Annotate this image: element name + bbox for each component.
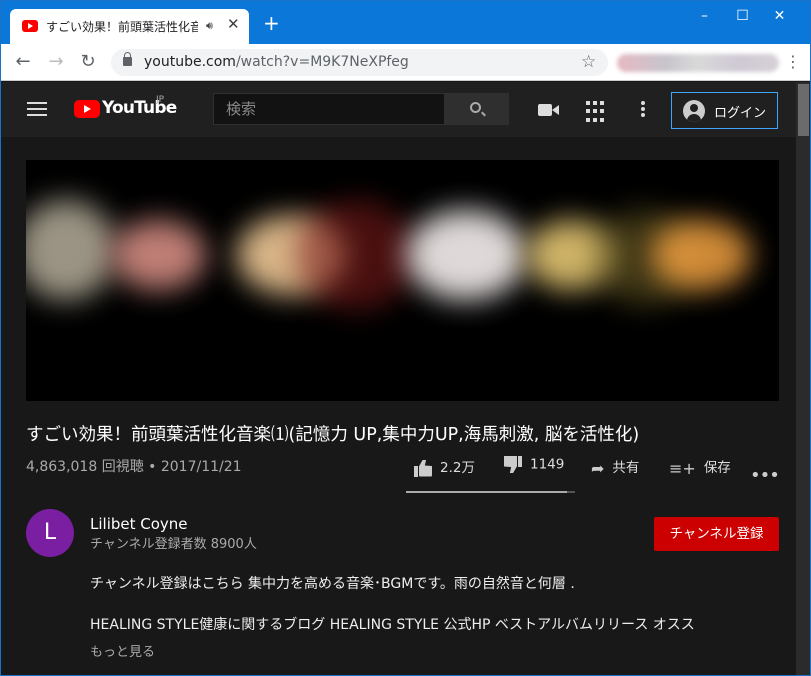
account-icon <box>683 100 705 122</box>
divider <box>26 494 779 495</box>
like-button[interactable]: 2.2万 <box>414 456 475 477</box>
signin-label: ログイン <box>714 106 767 121</box>
show-more-link[interactable]: もっと見る <box>90 641 155 660</box>
share-arrow-icon: ➦ <box>591 458 605 478</box>
description-line-2: HEALING STYLE健康に関するブログ HEALING STYLE 公式H… <box>90 617 695 633</box>
bookmark-star-icon[interactable]: ☆ <box>581 52 596 72</box>
lock-icon <box>123 52 132 66</box>
url-host: youtube.com <box>144 54 236 70</box>
browser-titlebar: すごい効果！前頭葉活性化音楽 🔊︎ ✕ + – ☐ ✕ <box>1 1 810 44</box>
save-button[interactable]: ≡+ 保存 <box>669 456 731 478</box>
apps-grid-icon[interactable] <box>586 101 604 123</box>
url-text[interactable]: youtube.com/watch?v=M9K7NeXPfeg <box>144 54 409 70</box>
share-label: 共有 <box>612 460 640 476</box>
create-video-icon[interactable] <box>538 99 560 121</box>
save-label: 保存 <box>703 460 731 476</box>
dislike-button[interactable]: 1149 <box>504 456 564 473</box>
hamburger-menu-icon[interactable] <box>27 102 47 116</box>
youtube-favicon-icon <box>22 20 38 32</box>
browser-menu-icon[interactable]: ⋮ <box>785 52 801 71</box>
youtube-logo-icon[interactable] <box>74 100 100 118</box>
subscriber-count: チャンネル登録者数 8900人 <box>90 537 257 552</box>
thumbs-down-icon <box>504 456 522 473</box>
sentiment-bar <box>406 491 575 493</box>
close-window-button[interactable]: ✕ <box>757 3 802 31</box>
url-path: /watch?v=M9K7NeXPfeg <box>235 54 409 70</box>
youtube-wordmark[interactable]: YouTube <box>102 98 177 118</box>
reload-icon[interactable]: ↻ <box>77 51 99 73</box>
browser-toolbar: ← → ↻ youtube.com/watch?v=M9K7NeXPfeg ☆ … <box>1 44 810 81</box>
signin-button[interactable]: ログイン <box>671 92 778 129</box>
search-icon <box>470 102 481 113</box>
dislike-count: 1149 <box>530 456 565 473</box>
page-scrollbar[interactable] <box>796 82 810 675</box>
scrollbar-thumb[interactable] <box>798 84 809 136</box>
blurred-extensions <box>617 54 779 72</box>
close-tab-icon[interactable]: ✕ <box>227 15 240 33</box>
youtube-header: YouTube JP 検索 ログイン <box>1 82 796 137</box>
share-button[interactable]: ➦ 共有 <box>591 456 639 478</box>
speaker-icon[interactable]: 🔊︎ <box>206 19 213 33</box>
description-line-1: チャンネル登録はこちら 集中力を高める音楽･BGMです。雨の自然音と何層 . <box>90 576 575 592</box>
back-arrow-icon[interactable]: ← <box>12 51 34 73</box>
like-count: 2.2万 <box>440 460 475 476</box>
tab-title: すごい効果！前頭葉活性化音楽 <box>46 20 198 34</box>
channel-name[interactable]: Lilibet Coyne <box>90 515 188 533</box>
more-actions-icon[interactable]: ••• <box>750 465 780 486</box>
new-tab-button[interactable]: + <box>263 13 280 33</box>
search-input[interactable]: 検索 <box>213 93 444 125</box>
thumbs-up-icon <box>414 460 432 477</box>
video-views-date: 4,863,018 回視聴 • 2017/11/21 <box>26 459 242 475</box>
browser-window: すごい効果！前頭葉活性化音楽 🔊︎ ✕ + – ☐ ✕ ← → ↻ youtube… <box>0 0 811 676</box>
forward-arrow-icon[interactable]: → <box>45 51 67 73</box>
address-bar[interactable]: youtube.com/watch?v=M9K7NeXPfeg ☆ <box>111 49 608 76</box>
playlist-add-icon: ≡+ <box>669 458 696 478</box>
channel-avatar[interactable]: L <box>26 509 74 557</box>
region-code: JP <box>156 95 165 105</box>
settings-menu-icon[interactable] <box>641 101 645 123</box>
browser-tab[interactable]: すごい効果！前頭葉活性化音楽 🔊︎ ✕ <box>10 9 249 44</box>
video-title: すごい効果！前頭葉活性化音楽⑴(記憶力 UP,集中力UP,海馬刺激, 脳を活性化… <box>26 425 640 445</box>
sentiment-fill <box>406 491 567 493</box>
search-button[interactable] <box>444 93 509 125</box>
subscribe-button[interactable]: チャンネル登録 <box>654 517 779 551</box>
video-player[interactable] <box>26 160 779 401</box>
